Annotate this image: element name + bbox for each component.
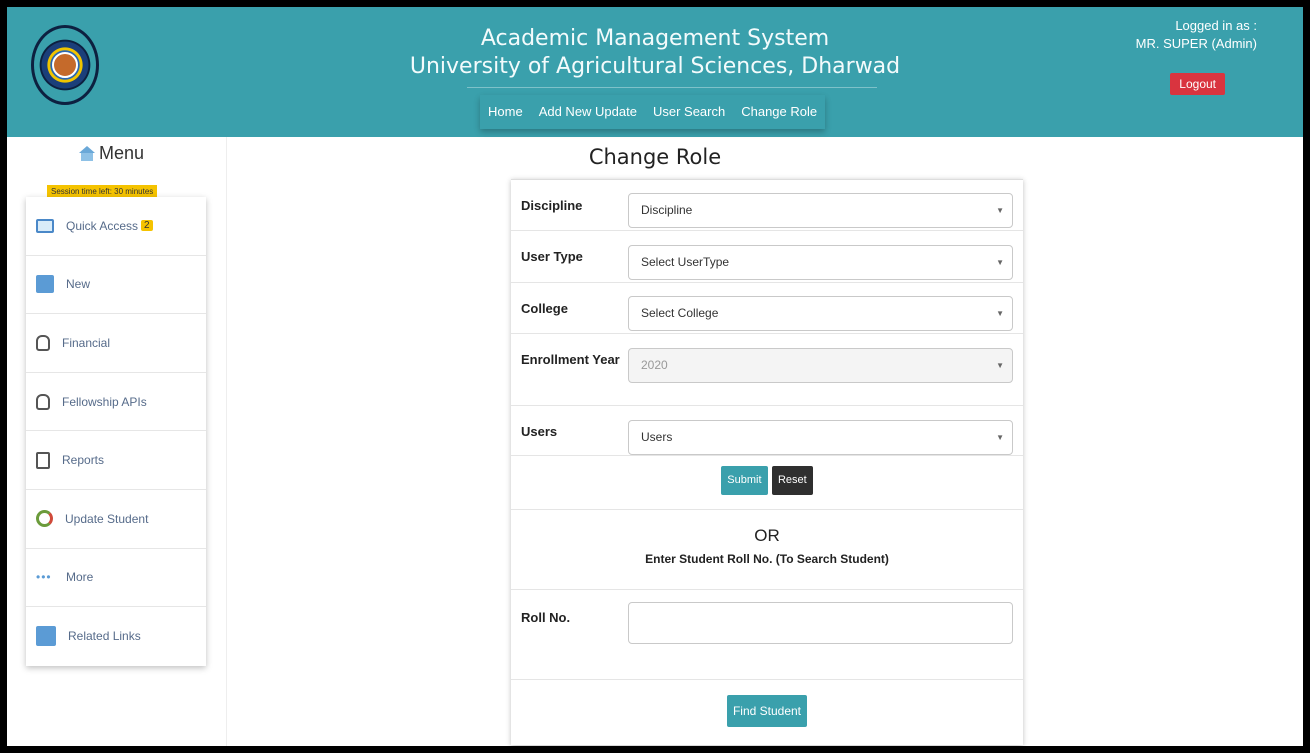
- form-actions: Submit Reset: [511, 456, 1023, 510]
- enrollment-year-label: Enrollment Year: [521, 352, 620, 367]
- reset-button[interactable]: Reset: [771, 466, 813, 495]
- college-value: Select College: [641, 306, 719, 320]
- roll-no-row: Roll No.: [511, 590, 1023, 680]
- change-role-form: Discipline Discipline ▼ User Type Select…: [511, 179, 1023, 745]
- chevron-down-icon: ▼: [996, 258, 1004, 267]
- app-title: Academic Management System: [480, 26, 830, 51]
- chevron-down-icon: ▼: [996, 433, 1004, 442]
- users-select[interactable]: Users ▼: [628, 420, 1013, 455]
- sidebar-menu: Quick Access 2 New Financial Fellowship …: [26, 197, 206, 666]
- page-title: Change Role: [588, 145, 722, 169]
- college-select[interactable]: Select College ▼: [628, 296, 1013, 331]
- money-bag-icon: [36, 393, 50, 410]
- sidebar-item-label: Related Links: [68, 629, 141, 644]
- header-bar: Academic Management System University of…: [7, 7, 1303, 137]
- discipline-value: Discipline: [641, 203, 693, 217]
- logout-button[interactable]: Logout: [1170, 73, 1225, 95]
- college-row: College Select College ▼: [511, 283, 1023, 334]
- sidebar-item-label: Fellowship APIs: [62, 394, 147, 409]
- or-section: OR Enter Student Roll No. (To Search Stu…: [511, 510, 1023, 590]
- user-type-select[interactable]: Select UserType ▼: [628, 245, 1013, 280]
- roll-no-label: Roll No.: [521, 610, 571, 625]
- sidebar-item-label: Update Student: [65, 511, 149, 526]
- or-divider-text: OR: [754, 526, 780, 545]
- user-type-row: User Type Select UserType ▼: [511, 231, 1023, 283]
- login-info: Logged in as : MR. SUPER (Admin): [1136, 17, 1257, 53]
- header-titles: Academic Management System University of…: [7, 25, 1303, 81]
- sidebar-item-new[interactable]: New: [26, 256, 206, 315]
- enrollment-year-value: 2020: [641, 358, 668, 372]
- sidebar-item-fellowship-apis[interactable]: Fellowship APIs: [26, 373, 206, 432]
- top-nav: Home Add New Update User Search Change R…: [480, 95, 826, 129]
- login-user: MR. SUPER (Admin): [1135, 36, 1257, 51]
- more-dots-icon: •••: [36, 570, 52, 585]
- login-label: Logged in as :: [1175, 18, 1257, 33]
- roll-no-input[interactable]: [628, 602, 1013, 644]
- chevron-down-icon: ▼: [996, 206, 1004, 215]
- enrollment-year-select[interactable]: 2020 ▼: [628, 348, 1013, 383]
- money-bag-icon: [36, 334, 50, 351]
- discipline-label: Discipline: [521, 198, 583, 213]
- chevron-down-icon: ▼: [996, 361, 1004, 370]
- roll-search-hint: Enter Student Roll No. (To Search Studen…: [645, 552, 889, 566]
- users-label: Users: [521, 424, 558, 439]
- nav-divider: [467, 87, 877, 88]
- sidebar-item-label: Quick Access: [66, 218, 139, 233]
- find-student-actions: Find Student: [511, 680, 1023, 741]
- nav-home[interactable]: Home: [480, 95, 531, 129]
- nav-change-role[interactable]: Change Role: [733, 95, 825, 129]
- users-value: Users: [641, 430, 673, 444]
- college-label: College: [521, 301, 568, 316]
- laptop-icon: [36, 218, 54, 233]
- sidebar-item-label: Financial: [62, 335, 111, 350]
- sidebar-item-label: Reports: [62, 453, 105, 468]
- sidebar-item-label: More: [66, 570, 94, 585]
- sidebar-item-quick-access[interactable]: Quick Access 2: [26, 197, 206, 256]
- sidebar-item-more[interactable]: ••• More: [26, 549, 206, 608]
- new-document-icon: [36, 275, 54, 294]
- user-type-value: Select UserType: [641, 255, 730, 269]
- nav-user-search[interactable]: User Search: [645, 95, 733, 129]
- sidebar-item-update-student[interactable]: Update Student: [26, 490, 206, 549]
- sidebar-item-label: New: [66, 277, 91, 292]
- sidebar: Menu Session time left: 30 minutes Quick…: [7, 137, 227, 746]
- refresh-icon: [36, 510, 53, 528]
- enrollment-year-row: Enrollment Year 2020 ▼: [511, 334, 1023, 406]
- discipline-select[interactable]: Discipline ▼: [628, 193, 1013, 228]
- sidebar-item-financial[interactable]: Financial: [26, 314, 206, 373]
- external-link-icon: [36, 626, 56, 647]
- report-icon: [36, 451, 50, 469]
- users-row: Users Users ▼: [511, 406, 1023, 456]
- user-type-label: User Type: [521, 249, 583, 264]
- sidebar-item-related-links[interactable]: Related Links: [26, 607, 206, 666]
- chevron-down-icon: ▼: [996, 309, 1004, 318]
- nav-add-new-update[interactable]: Add New Update: [531, 95, 645, 129]
- university-title: University of Agricultural Sciences, Dha…: [409, 54, 901, 79]
- quick-access-count-badge: 2: [141, 220, 153, 232]
- find-student-button[interactable]: Find Student: [726, 695, 808, 727]
- sidebar-item-reports[interactable]: Reports: [26, 431, 206, 490]
- app-window: Academic Management System University of…: [7, 7, 1303, 746]
- submit-button[interactable]: Submit: [721, 466, 768, 495]
- discipline-row: Discipline Discipline ▼: [511, 180, 1023, 231]
